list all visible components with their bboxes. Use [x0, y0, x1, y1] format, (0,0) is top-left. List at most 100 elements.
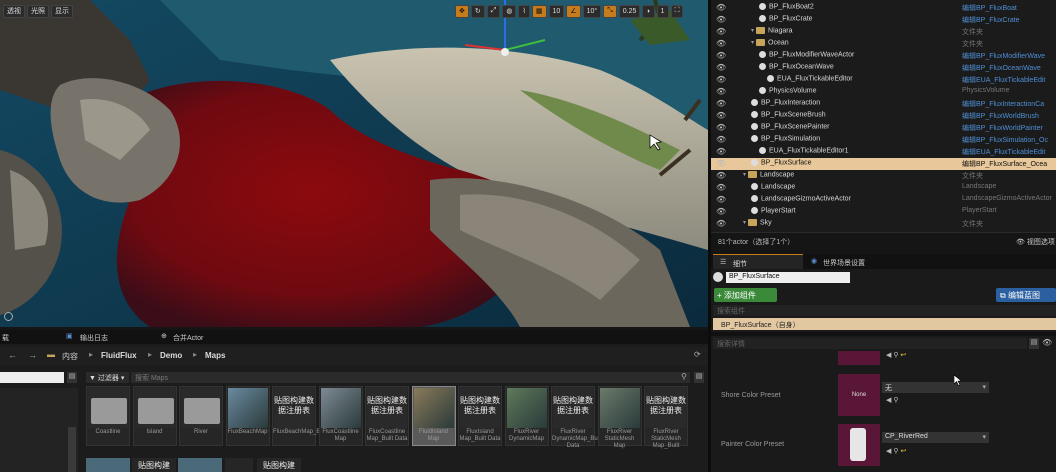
shore-preset-thumbnail[interactable]: None: [838, 374, 880, 416]
visibility-eye-icon[interactable]: 👁: [716, 208, 726, 216]
visibility-eye-icon[interactable]: 👁: [716, 28, 726, 36]
lighting-button[interactable]: 光照: [27, 4, 49, 18]
asset-tile[interactable]: FluxRiver DynamicMap: [504, 386, 549, 446]
outliner-row[interactable]: 👁 LandscapeGizmoActiveActor LandscapeGizmo…: [711, 194, 1056, 206]
visibility-eye-icon[interactable]: 👁: [716, 196, 726, 204]
grid-snap-value[interactable]: 10: [548, 4, 565, 18]
property-matrix-icon[interactable]: ▤: [1029, 338, 1039, 349]
outliner-item-type[interactable]: 编辑BP_FluxOceanWave: [962, 63, 1041, 73]
visibility-eye-icon[interactable]: 👁: [716, 76, 726, 84]
outliner-row[interactable]: 👁 BP_FluxSurface 编辑BP_FluxSurface_Ocea: [711, 158, 1056, 170]
visibility-eye-icon[interactable]: 👁: [716, 172, 726, 180]
folder-tile[interactable]: Island: [132, 386, 177, 446]
tab-world-settings[interactable]: ◉ 世界场景设置: [808, 254, 908, 269]
scale-snap-icon[interactable]: ⤡: [603, 4, 617, 18]
visibility-eye-icon[interactable]: 👁: [716, 148, 726, 156]
visibility-eye-icon[interactable]: 👁: [716, 220, 726, 228]
angle-snap-value[interactable]: 10°: [582, 4, 602, 18]
scale-tool-icon[interactable]: ⤢: [486, 4, 501, 18]
tab-details[interactable]: ☰ 细节: [713, 254, 803, 269]
outliner-row[interactable]: 👁 BP_FluxSceneBrush 编辑BP_FluxWorldBrush: [711, 110, 1056, 122]
asset-tile[interactable]: [178, 458, 222, 472]
visibility-eye-icon[interactable]: 👁: [716, 52, 726, 60]
outliner-row[interactable]: 👁 EUA_FluxTickableEditor1 编辑EUA_FluxTickab…: [711, 146, 1056, 158]
search-details-input[interactable]: 搜索详情: [713, 338, 1027, 349]
outliner-row[interactable]: 👁 ▾ Landscape 文件夹: [711, 170, 1056, 182]
asset-tile[interactable]: FluxRiver StaticMesh Map: [597, 386, 642, 449]
outliner-item-type[interactable]: 编辑BP_FluxInteractionCa: [962, 99, 1044, 109]
scale-snap-value[interactable]: 0.25: [618, 4, 641, 18]
visibility-eye-icon[interactable]: 👁: [716, 88, 726, 96]
use-selected-icon[interactable]: ◀: [886, 448, 891, 455]
outliner-row[interactable]: 👁 BP_FluxBoat2 编辑BP_FluxBoat: [711, 2, 1056, 14]
outliner-item-type[interactable]: 编辑BP_FluxSimulation_Oc: [962, 135, 1048, 145]
outliner-row[interactable]: 👁 ▾ Ocean 文件夹: [711, 38, 1056, 50]
visibility-eye-icon[interactable]: 👁: [716, 184, 726, 192]
component-root-row[interactable]: BP_FluxSurface（自身）: [713, 318, 1056, 330]
outliner-row[interactable]: 👁 BP_FluxScenePainter 编辑BP_FluxWorldPainte…: [711, 122, 1056, 134]
use-selected-icon[interactable]: ◀: [886, 397, 891, 404]
asset-tile[interactable]: 贴图构建数据注册表 FluxRiver DynamicMap_Built Data: [551, 386, 602, 449]
outliner-row[interactable]: 👁 ▾ Niagara 文件夹: [711, 26, 1056, 38]
asset-tile[interactable]: [86, 458, 130, 472]
add-component-button[interactable]: + 添加组件: [714, 288, 777, 302]
outliner-item-type[interactable]: 编辑BP_FluxWorldBrush: [962, 111, 1039, 121]
expand-arrow-icon[interactable]: ▾: [751, 28, 754, 34]
asset-tile[interactable]: 贴图构建: [257, 458, 301, 472]
search-components-input[interactable]: 搜索组件: [713, 305, 1056, 316]
folder-tile[interactable]: Coastline: [86, 386, 130, 446]
outliner-row[interactable]: 👁 BP_FluxSimulation 编辑BP_FluxSimulation_Oc: [711, 134, 1056, 146]
translate-tool-icon[interactable]: ✥: [455, 4, 469, 18]
outliner-row[interactable]: 👁 BP_FluxCrate 编辑BP_FluxCrate: [711, 14, 1056, 26]
grid-snap-icon[interactable]: ▦: [531, 4, 547, 18]
reset-icon[interactable]: ↩: [900, 448, 906, 455]
outliner-row[interactable]: 👁 BP_FluxOceanWave 编辑BP_FluxOceanWave: [711, 62, 1056, 74]
outliner-item-type[interactable]: 编辑BP_FluxBoat: [962, 3, 1017, 13]
visibility-eye-icon[interactable]: 👁: [716, 40, 726, 48]
outliner-item-type[interactable]: 编辑BP_FluxSurface_Ocea: [962, 159, 1047, 169]
asset-tile[interactable]: 贴图构建数据注册表 FluxBeachMap_BuiltData: [272, 386, 341, 446]
visibility-eye-icon[interactable]: 👁: [716, 112, 726, 120]
folder-tile[interactable]: River: [179, 386, 223, 446]
visibility-eye-icon[interactable]: 👁: [716, 16, 726, 24]
perspective-button[interactable]: 透视: [3, 4, 25, 18]
outliner-item-type[interactable]: 编辑BP_FluxCrate: [962, 15, 1020, 25]
outliner-row[interactable]: 👁 EUA_FluxTickableEditor 编辑EUA_FluxTickabl…: [711, 74, 1056, 86]
asset-tile[interactable]: FluxBeachMap: [225, 386, 270, 446]
rotate-tool-icon[interactable]: ↻: [470, 4, 485, 18]
visibility-eye-icon[interactable]: 👁: [716, 100, 726, 108]
visibility-eye-icon[interactable]: 👁: [716, 4, 726, 12]
visibility-eye-icon[interactable]: 👁: [716, 64, 726, 72]
maximize-viewport-icon[interactable]: ⛶: [670, 4, 684, 18]
camera-speed-value[interactable]: 1: [656, 4, 669, 18]
outliner-row[interactable]: 👁 ▾ Sky 文件夹: [711, 218, 1056, 230]
actor-name-field[interactable]: BP_FluxSurface: [726, 272, 850, 283]
asset-tile[interactable]: 贴图构建: [132, 458, 176, 472]
expand-arrow-icon[interactable]: ▾: [751, 40, 754, 46]
edit-blueprint-button[interactable]: ⧉ 编辑蓝图: [996, 288, 1056, 302]
show-button[interactable]: 显示: [51, 4, 73, 18]
asset-tile[interactable]: 贴图构建数据注册表 FluxCoastline Map_Built Data: [365, 386, 409, 446]
expand-arrow-icon[interactable]: ▾: [743, 220, 746, 226]
angle-snap-icon[interactable]: ∠: [566, 4, 581, 18]
outliner-row[interactable]: 👁 Landscape Landscape: [711, 182, 1056, 194]
visibility-eye-icon[interactable]: 👁: [716, 160, 726, 168]
outliner-row[interactable]: 👁 BP_FluxModifierWaveActor 编辑BP_FluxModifi…: [711, 50, 1056, 62]
level-viewport[interactable]: 透视 光照 显示 ✥ ↻ ⤢ ◍ ⌇ ▦ 10 ∠ 10° ⤡ 0.25 ◗ 1…: [0, 0, 708, 327]
outliner-item-type[interactable]: 编辑EUA_FluxTickableEdit: [962, 147, 1045, 157]
outliner-row[interactable]: 👁 BP_FluxInteraction 编辑BP_FluxInteractionC…: [711, 98, 1056, 110]
view-options-button[interactable]: 👁 视图选项: [1016, 237, 1055, 247]
details-splitter[interactable]: [711, 332, 1056, 336]
world-space-icon[interactable]: ◍: [502, 4, 517, 18]
painter-preset-dropdown[interactable]: CP_RiverRed ▾: [882, 432, 989, 443]
surface-snap-icon[interactable]: ⌇: [518, 4, 530, 18]
browse-asset-icon[interactable]: ⚲: [893, 397, 898, 404]
asset-tile[interactable]: [225, 458, 253, 472]
visibility-eye-icon[interactable]: 👁: [716, 136, 726, 144]
outliner-item-type[interactable]: 编辑EUA_FluxTickableEdit: [962, 75, 1045, 85]
outliner-row[interactable]: 👁 PhysicsVolume PhysicsVolume: [711, 86, 1056, 98]
painter-preset-thumbnail[interactable]: [838, 424, 880, 466]
asset-tile[interactable]: FluidIsland Map: [411, 386, 456, 446]
asset-tile[interactable]: 贴图构建数据注册表 FluxIsland Map_Built Data: [458, 386, 502, 446]
outliner-item-type[interactable]: 编辑BP_FluxModifierWave: [962, 51, 1045, 61]
